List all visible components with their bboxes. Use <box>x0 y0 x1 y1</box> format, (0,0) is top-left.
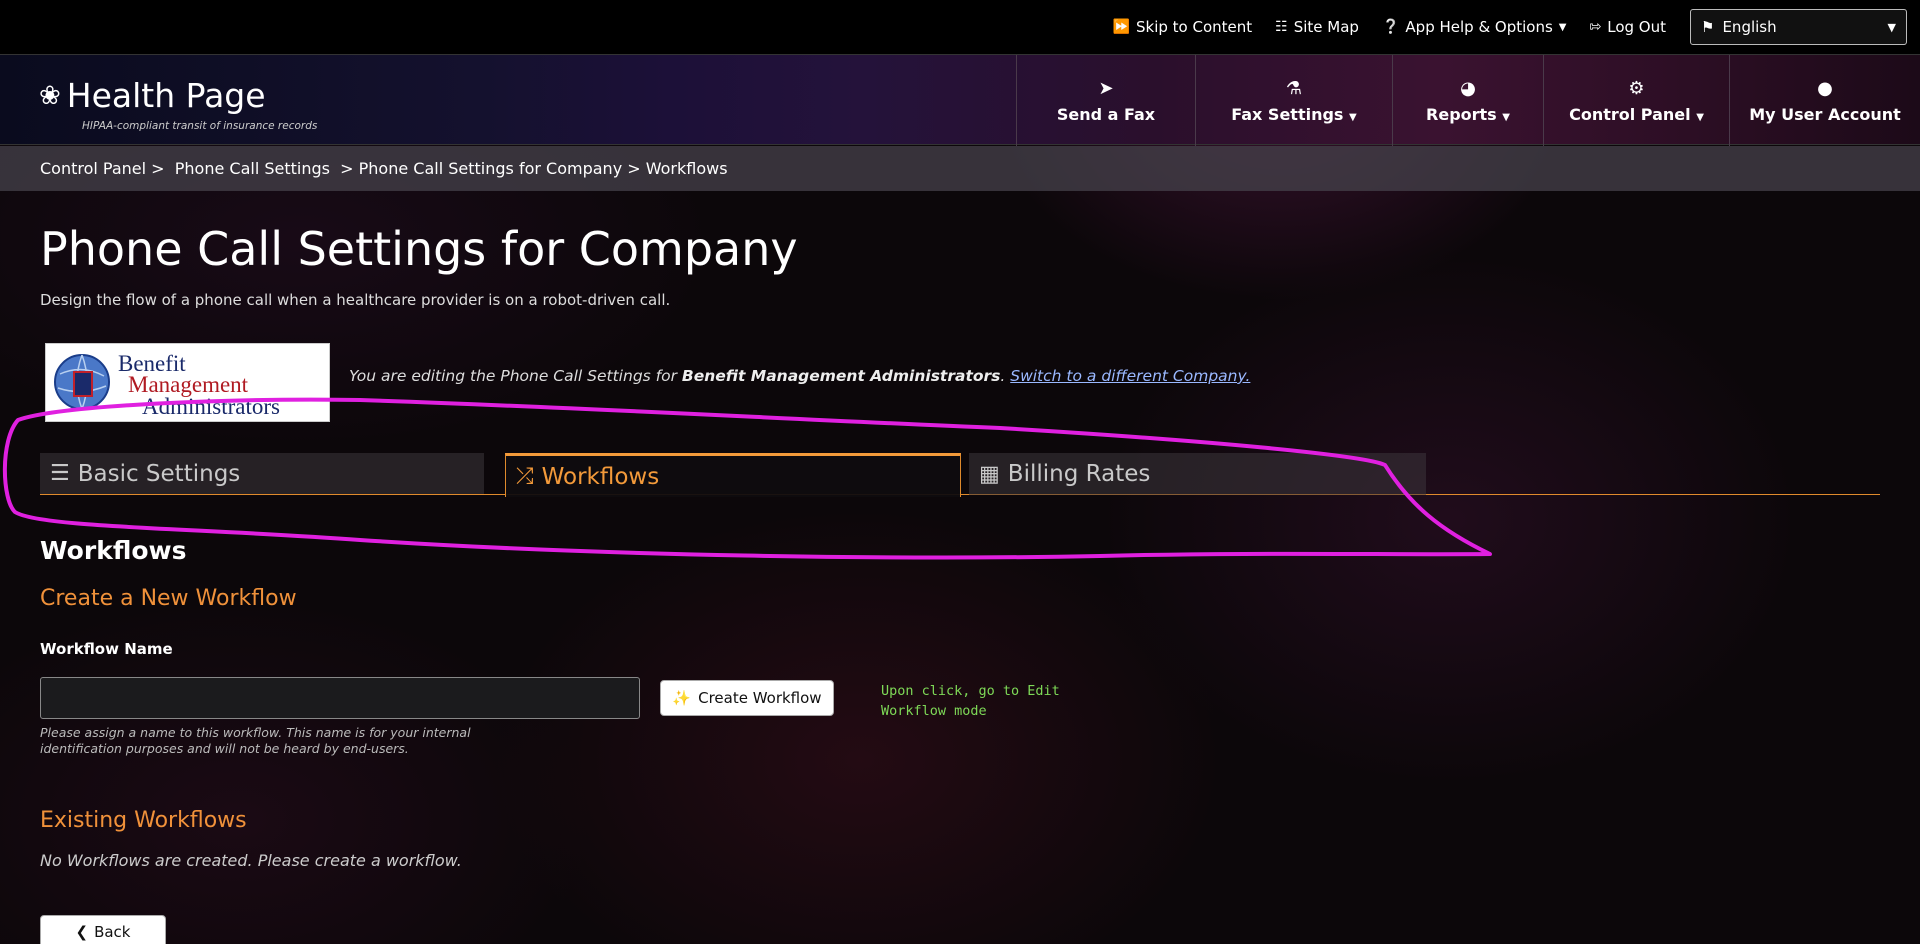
language-select[interactable]: ⚑ English ▼ <box>1690 9 1907 45</box>
site-map-link[interactable]: ☷ Site Map <box>1275 18 1359 36</box>
sign-out-icon: ⇰ <box>1589 19 1602 35</box>
company-logo-line3: Administrators <box>142 394 280 419</box>
annotation-note: Upon click, go to Edit Workflow mode <box>881 683 1060 719</box>
log-out-link[interactable]: ⇰ Log Out <box>1590 18 1667 36</box>
brand-name: Health Page <box>66 76 266 115</box>
page-subtitle: Design the flow of a phone call when a h… <box>40 291 671 309</box>
back-button[interactable]: ❮ Back <box>40 915 166 944</box>
paper-plane-icon: ➤ <box>1098 77 1114 99</box>
caret-down-icon: ▼ <box>1558 21 1567 33</box>
skip-to-content-link[interactable]: ⏩ Skip to Content <box>1113 18 1253 36</box>
sliders-icon: ☰ <box>50 461 70 486</box>
main-nav: ➤ Send a Fax ⚗ Fax Settings ▼ ◕ Reports … <box>1016 55 1920 146</box>
magic-wand-icon: ✨ <box>672 689 692 707</box>
tab-workflows-label: Workflows <box>541 463 660 490</box>
editing-prefix: You are editing the Phone Call Settings … <box>349 367 682 385</box>
shuffle-icon: ⤮ <box>516 464 534 489</box>
nav-reports-label: Reports <box>1426 104 1497 124</box>
nav-fax-settings-row: Fax Settings ▼ <box>1231 105 1356 124</box>
nav-my-account-label: My User Account <box>1749 104 1901 124</box>
workflows-heading: Workflows <box>40 536 187 565</box>
caret-down-icon: ▼ <box>1349 111 1357 123</box>
flag-icon: ⚑ <box>1701 18 1715 36</box>
editing-notice: You are editing the Phone Call Settings … <box>349 367 1251 385</box>
tab-billing-rates-label: Billing Rates <box>1007 461 1151 487</box>
breadcrumb[interactable]: Control Panel > Phone Call Settings > Ph… <box>0 146 1920 191</box>
company-name: Benefit Management Administrators <box>681 367 1001 385</box>
pie-chart-icon: ◕ <box>1460 77 1476 99</box>
nav-control-panel-row: Control Panel ▼ <box>1569 105 1704 124</box>
caret-down-icon: ▼ <box>1502 111 1510 123</box>
nav-reports-row: Reports ▼ <box>1426 105 1510 124</box>
sitemap-icon: ☷ <box>1275 19 1288 35</box>
utility-bar: ⏩ Skip to Content ☷ Site Map ❔ App Help … <box>0 0 1920 54</box>
empty-workflows-message: No Workflows are created. Please create … <box>40 851 462 870</box>
language-value: English <box>1722 18 1777 36</box>
caret-down-icon: ▼ <box>1696 111 1704 123</box>
create-workflow-heading: Create a New Workflow <box>40 586 297 611</box>
nav-send-fax[interactable]: ➤ Send a Fax <box>1016 55 1195 146</box>
flask-icon: ⚗ <box>1285 77 1303 99</box>
skip-to-content-label: Skip to Content <box>1136 18 1253 36</box>
create-workflow-button[interactable]: ✨ Create Workflow <box>660 680 834 716</box>
switch-company-link[interactable]: Switch to a different Company. <box>1010 367 1250 385</box>
site-map-label: Site Map <box>1293 18 1359 36</box>
nav-fax-settings[interactable]: ⚗ Fax Settings ▼ <box>1195 55 1392 146</box>
brand-logo-icon: ❀ <box>39 81 61 111</box>
nav-reports[interactable]: ◕ Reports ▼ <box>1392 55 1543 146</box>
back-label: Back <box>94 923 131 941</box>
gear-icon: ⚙ <box>1628 77 1645 99</box>
tab-basic-settings[interactable]: ☰ Basic Settings <box>40 453 484 495</box>
site-header: ❀ Health Page HIPAA-compliant transit of… <box>0 54 1920 146</box>
workflow-name-help: Please assign a name to this workflow. T… <box>40 725 471 756</box>
caret-down-icon: ▼ <box>1887 21 1896 34</box>
page-title: Phone Call Settings for Company <box>40 222 798 276</box>
brand[interactable]: ❀ Health Page HIPAA-compliant transit of… <box>39 76 317 133</box>
app-help-menu[interactable]: ❔ App Help & Options ▼ <box>1382 18 1567 36</box>
nav-my-user-account[interactable]: ● My User Account <box>1729 55 1920 146</box>
workflow-name-input[interactable] <box>40 677 640 719</box>
log-out-label: Log Out <box>1607 18 1666 36</box>
company-logo: Benefit Management Administrators <box>45 343 330 422</box>
money-bill-icon: ▦ <box>979 461 1000 487</box>
fast-forward-icon: ⏩ <box>1112 19 1131 35</box>
nav-fax-settings-label: Fax Settings <box>1231 104 1344 124</box>
tab-billing-rates[interactable]: ▦ Billing Rates <box>969 453 1426 495</box>
tab-basic-settings-label: Basic Settings <box>77 460 241 487</box>
user-icon: ● <box>1817 77 1833 99</box>
nav-control-panel-label: Control Panel <box>1569 104 1691 124</box>
nav-send-fax-label: Send a Fax <box>1056 104 1156 124</box>
nav-control-panel[interactable]: ⚙ Control Panel ▼ <box>1543 55 1729 146</box>
app-help-label: App Help & Options <box>1405 18 1553 36</box>
brand-tagline: HIPAA-compliant transit of insurance rec… <box>82 120 318 132</box>
chevron-left-icon: ❮ <box>75 923 89 941</box>
question-circle-icon: ❔ <box>1381 19 1400 35</box>
tab-workflows[interactable]: ⤮ Workflows <box>505 453 961 497</box>
workflow-name-label: Workflow Name <box>40 640 173 658</box>
existing-workflows-heading: Existing Workflows <box>40 808 247 833</box>
create-workflow-label: Create Workflow <box>698 689 822 707</box>
